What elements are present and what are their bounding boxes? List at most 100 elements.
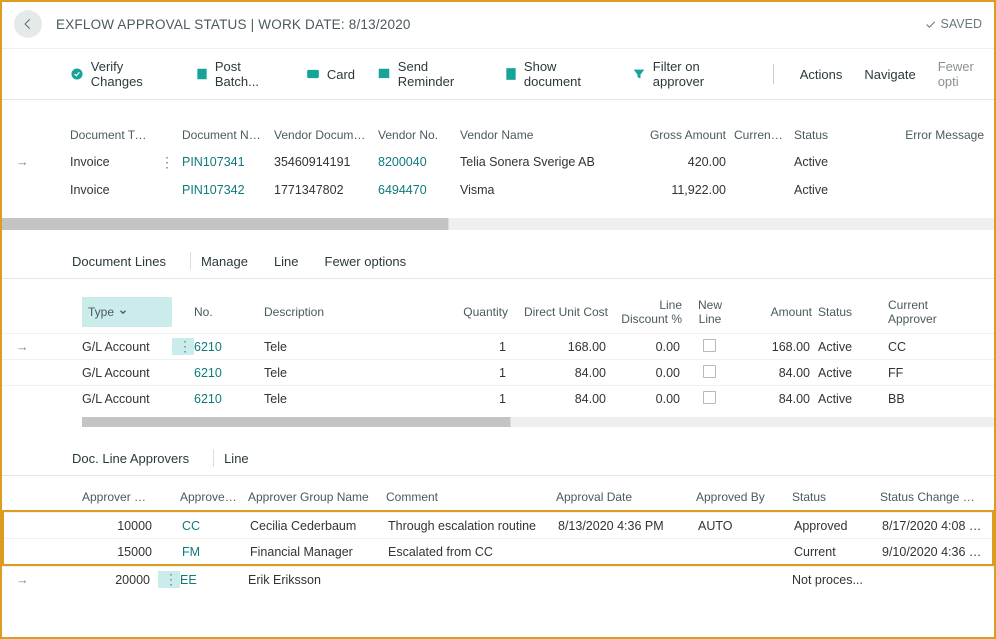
col-comment[interactable]: Comment [386, 490, 556, 504]
tab-line[interactable]: Line [274, 254, 299, 269]
approver-grid-row[interactable]: 10000CCCecilia CederbaumThrough escalati… [4, 512, 992, 538]
navigate-menu[interactable]: Navigate [864, 67, 915, 82]
cell-type: G/L Account [82, 366, 172, 380]
col-vendor-doc-no[interactable]: Vendor Document No. [274, 128, 378, 142]
col-doc-no[interactable]: Document No. [182, 128, 274, 142]
cell-doc-no[interactable]: PIN107341 [182, 155, 274, 169]
post-batch-button[interactable]: Post Batch... [194, 59, 283, 89]
col-approval-date[interactable]: Approval Date [556, 490, 696, 504]
approvers-grid-header: Approver Order Approver Group Approver G… [2, 476, 994, 510]
col-amount[interactable]: Amount [738, 305, 818, 319]
cell-doc-no[interactable]: PIN107342 [182, 183, 274, 197]
cell-no[interactable]: 6210 [194, 366, 264, 380]
cell-approver-status: Not proces... [792, 573, 880, 587]
col-approved-by[interactable]: Approved By [696, 490, 792, 504]
col-new-line[interactable]: New Line [688, 298, 738, 326]
card-button[interactable]: Card [305, 66, 355, 82]
col-currency[interactable]: Currency Code [734, 128, 794, 142]
tab-manage[interactable]: Manage [201, 254, 248, 269]
cell-approver-group[interactable]: EE [180, 573, 248, 587]
col-approver-group-name[interactable]: Approver Group Name [248, 490, 386, 504]
arrow-left-icon [21, 17, 35, 31]
saved-label: SAVED [941, 17, 982, 31]
cell-no[interactable]: 6210 [194, 392, 264, 406]
cell-approver-order: 15000 [84, 545, 160, 559]
approvers-title: Doc. Line Approvers [72, 451, 189, 466]
cell-no[interactable]: 6210 [194, 340, 264, 354]
highlighted-rows: 10000CCCecilia CederbaumThrough escalati… [2, 510, 994, 566]
col-status[interactable]: Status [794, 128, 872, 142]
col-quantity[interactable]: Quantity [374, 305, 514, 319]
cell-comment: Escalated from CC [388, 545, 558, 559]
show-document-button[interactable]: Show document [503, 59, 610, 89]
approvers-tab-line[interactable]: Line [224, 451, 249, 466]
cell-vendor-no[interactable]: 8200040 [378, 155, 460, 169]
cell-approver-group[interactable]: FM [182, 545, 250, 559]
row-menu-button[interactable]: ⋮ [160, 154, 182, 171]
send-reminder-button[interactable]: Send Reminder [377, 59, 481, 89]
cell-new-line[interactable] [688, 339, 738, 355]
cell-approver-group[interactable]: CC [182, 519, 250, 533]
col-vendor-name[interactable]: Vendor Name [460, 128, 646, 142]
col-line-discount[interactable]: Line Discount % [614, 298, 688, 326]
cell-status: Active [794, 183, 872, 197]
cell-status-change: 8/17/2020 4:08 PM [882, 519, 990, 533]
cell-vendor-doc-no: 35460914191 [274, 155, 378, 169]
cell-vendor-no[interactable]: 6494470 [378, 183, 460, 197]
lines-grid-header: Type No. Description Quantity Direct Uni… [2, 279, 994, 333]
main-grid-row[interactable]: InvoicePIN10734217713478026494470Visma11… [2, 176, 994, 204]
cell-new-line[interactable] [688, 391, 738, 407]
col-gross-amount[interactable]: Gross Amount [646, 128, 734, 142]
cell-line-status: Active [818, 366, 888, 380]
check-icon [924, 18, 937, 31]
col-approver-order[interactable]: Approver Order [82, 490, 158, 504]
col-doc-type[interactable]: Document Type [70, 128, 160, 142]
cell-approver-order: 10000 [84, 519, 160, 533]
col-direct-unit-cost[interactable]: Direct Unit Cost [514, 305, 614, 319]
col-line-status[interactable]: Status [818, 305, 888, 319]
verify-icon [70, 66, 85, 82]
main-grid-row[interactable]: →Invoice⋮PIN107341354609141918200040Teli… [2, 148, 994, 176]
lines-grid-row[interactable]: G/L Account6210Tele184.000.0084.00Active… [2, 359, 994, 385]
cell-vendor-doc-no: 1771347802 [274, 183, 378, 197]
main-grid-header: Document Type Document No. Vendor Docume… [2, 128, 994, 148]
cell-current-approver: FF [888, 366, 970, 380]
cell-type: G/L Account [82, 392, 172, 406]
cell-direct-unit-cost: 84.00 [514, 366, 614, 380]
col-error[interactable]: Error Message [872, 128, 992, 142]
col-approver-status[interactable]: Status [792, 490, 880, 504]
col-type[interactable]: Type [82, 297, 172, 327]
row-menu-button[interactable]: ⋮ [158, 571, 180, 588]
approver-grid-row[interactable]: 15000FMFinancial ManagerEscalated from C… [4, 538, 992, 564]
col-vendor-no[interactable]: Vendor No. [378, 128, 460, 142]
col-current-approver[interactable]: Current Approver [888, 298, 970, 326]
back-button[interactable] [14, 10, 42, 38]
col-approver-group[interactable]: Approver Group [180, 490, 248, 504]
scrollbar-horizontal[interactable] [2, 218, 994, 230]
cell-type: G/L Account [82, 340, 172, 354]
row-menu-button[interactable]: ⋮ [172, 338, 194, 355]
fewer-options-button[interactable]: Fewer opti [938, 59, 994, 89]
cell-approver-status: Current [794, 545, 882, 559]
approver-grid-row[interactable]: →20000⋮EEErik ErikssonNot proces... [2, 566, 994, 592]
tab-fewer-options[interactable]: Fewer options [325, 254, 407, 269]
actions-menu[interactable]: Actions [800, 67, 843, 82]
cell-doc-type: Invoice [70, 155, 160, 169]
cell-new-line[interactable] [688, 365, 738, 381]
approvers-toolbar: Doc. Line Approvers Line [2, 441, 994, 476]
col-description[interactable]: Description [264, 305, 374, 319]
filter-approver-button[interactable]: Filter on approver [632, 59, 747, 89]
col-status-change[interactable]: Status Change Date [880, 490, 988, 504]
lines-grid-row[interactable]: →G/L Account⋮6210Tele1168.000.00168.00Ac… [2, 333, 994, 359]
cell-line-discount: 0.00 [614, 366, 688, 380]
verify-changes-button[interactable]: Verify Changes [70, 59, 172, 89]
col-no[interactable]: No. [194, 305, 264, 319]
cell-description: Tele [264, 392, 374, 406]
saved-indicator: SAVED [924, 17, 982, 31]
document-lines-panel: Document Lines Manage Line Fewer options… [2, 244, 994, 427]
lines-grid-row[interactable]: G/L Account6210Tele184.000.0084.00Active… [2, 385, 994, 411]
lines-scrollbar-horizontal[interactable] [82, 417, 994, 427]
main-grid-area: Document Type Document No. Vendor Docume… [2, 100, 994, 230]
cell-description: Tele [264, 340, 374, 354]
cell-quantity: 1 [374, 366, 514, 380]
